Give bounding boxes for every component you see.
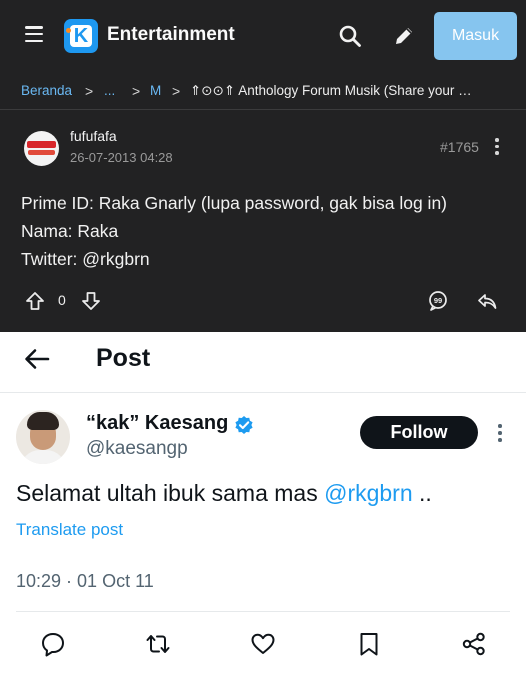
author-name[interactable]: “kak” Kaesang	[86, 412, 228, 435]
bookmark-icon[interactable]	[356, 631, 382, 657]
like-icon[interactable]	[250, 631, 276, 657]
breadcrumb-separator: >	[85, 83, 94, 99]
retweet-icon[interactable]	[145, 631, 171, 657]
tweet-text-start: Selamat ultah ibuk sama mas	[16, 480, 325, 506]
more-options-icon[interactable]	[494, 138, 500, 156]
back-arrow-icon[interactable]	[24, 348, 50, 370]
avatar[interactable]	[16, 410, 70, 464]
post-username[interactable]: fufufafa	[70, 128, 117, 144]
kaskus-logo[interactable]: K	[64, 19, 98, 53]
divider	[0, 392, 526, 393]
post-number[interactable]: #1765	[440, 139, 479, 155]
author-handle[interactable]: @kaesangp	[86, 438, 188, 460]
login-button[interactable]: Masuk	[434, 12, 517, 60]
post-date: 26-07-2013 04:28	[70, 150, 173, 165]
breadcrumb-separator: >	[172, 83, 181, 99]
breadcrumb-current: ⇑⊙⊙⇑ Anthology Forum Musik (Share your S…	[190, 83, 480, 98]
tweet-timestamp[interactable]: 10:29 · 01 Oct 11	[16, 571, 154, 592]
page-title: Post	[96, 344, 151, 372]
search-icon[interactable]	[338, 24, 362, 48]
post-line: Prime ID: Raka Gnarly (lupa password, ga…	[21, 193, 448, 213]
tweet-text: Selamat ultah ibuk sama mas @rkgbrn ..	[16, 480, 432, 507]
breadcrumb-home[interactable]: Beranda	[21, 83, 72, 98]
post-line: Twitter: @rkgbrn	[21, 249, 150, 269]
kaskus-logo-letter: K	[70, 25, 92, 47]
mention-link[interactable]: @rkgbrn	[324, 480, 413, 506]
follow-button[interactable]: Follow	[360, 416, 478, 449]
breadcrumb: Beranda > ... > M > ⇑⊙⊙⇑ Anthology Forum…	[0, 74, 526, 110]
hamburger-menu-icon[interactable]	[25, 26, 43, 43]
post-line: Nama: Raka	[21, 221, 119, 241]
twitter-post-screenshot: Post “kak” Kaesang @kaesangp Follow Sela…	[0, 332, 526, 680]
tweet-text-end: ..	[412, 480, 432, 506]
divider	[16, 611, 510, 612]
share-icon[interactable]	[461, 631, 487, 657]
upvote-icon[interactable]	[24, 290, 46, 312]
verified-badge-icon	[235, 416, 253, 434]
kaskus-top-bar: K Entertainment Masuk	[0, 0, 526, 74]
translate-post-link[interactable]: Translate post	[16, 520, 123, 540]
breadcrumb-ellipsis[interactable]: ...	[104, 83, 115, 98]
more-options-icon[interactable]	[497, 424, 503, 444]
post-body: Prime ID: Raka Gnarly (lupa password, ga…	[21, 189, 447, 273]
breadcrumb-separator: >	[132, 83, 141, 99]
reply-arrow-icon[interactable]	[476, 290, 498, 312]
downvote-icon[interactable]	[80, 290, 102, 312]
kaskus-logo-dot	[66, 28, 71, 33]
avatar[interactable]	[24, 131, 59, 166]
quote-icon[interactable]: 99	[427, 290, 449, 312]
vote-count: 0	[58, 292, 66, 308]
quote-badge: 99	[434, 296, 442, 305]
breadcrumb-subforum[interactable]: M	[150, 83, 161, 98]
reply-icon[interactable]	[40, 631, 66, 657]
page-title: Entertainment	[107, 24, 235, 45]
kaskus-thread-screenshot: K Entertainment Masuk Beranda > ... > M …	[0, 0, 526, 332]
pencil-icon[interactable]	[392, 24, 416, 48]
